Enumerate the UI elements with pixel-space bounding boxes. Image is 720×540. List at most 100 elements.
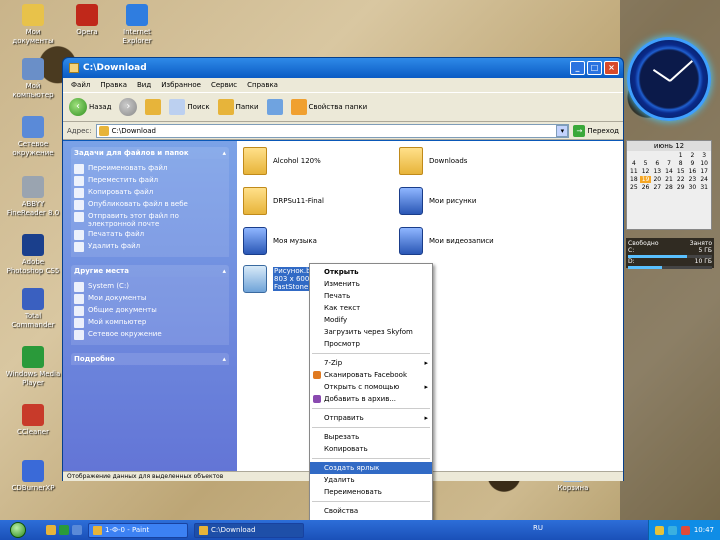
calendar-day[interactable]: 22 (675, 176, 687, 183)
calendar-day[interactable]: 30 (687, 184, 699, 191)
tray-icon[interactable] (667, 525, 677, 535)
calendar-day[interactable]: 11 (628, 168, 640, 175)
tray-icon[interactable] (654, 525, 664, 535)
explorer-icon[interactable] (46, 525, 56, 535)
calendar-day[interactable]: 27 (651, 184, 663, 191)
task-link[interactable]: Опубликовать файл в вебе (74, 200, 226, 210)
calendar-day[interactable]: 14 (663, 168, 675, 175)
calendar-day[interactable]: 25 (628, 184, 640, 191)
calendar-day[interactable]: 19 (639, 176, 652, 183)
taskbar-task-button[interactable]: C:\Download (194, 522, 304, 538)
close-button[interactable]: × (604, 61, 619, 75)
calendar-day[interactable]: 15 (675, 168, 687, 175)
task-link[interactable]: Мои документы (74, 294, 226, 304)
context-menu-item[interactable]: 7-Zip ▸ (310, 357, 432, 369)
calendar-day[interactable]: 8 (675, 160, 687, 167)
file-item[interactable]: Downloads (399, 147, 467, 175)
menu-item[interactable]: Справка (247, 81, 278, 89)
panel-header[interactable]: Подробно ▴ (71, 353, 229, 365)
task-link[interactable]: Переименовать файл (74, 164, 226, 174)
task-link[interactable]: Копировать файл (74, 188, 226, 198)
folders-button[interactable]: Папки (217, 99, 259, 115)
panel-header[interactable]: Другие места ▴ (71, 265, 229, 277)
search-button[interactable]: Поиск (169, 99, 210, 115)
task-link[interactable]: Удалить файл (74, 242, 226, 252)
file-item[interactable]: Alcohol 120% (243, 147, 321, 175)
task-link[interactable]: Печатать файл (74, 230, 226, 240)
task-link[interactable]: System (C:) (74, 282, 226, 292)
go-button[interactable]: → Переход (573, 124, 619, 137)
context-menu-item[interactable]: Modify (310, 314, 432, 326)
context-menu-item[interactable]: Сканировать Facebook (310, 369, 432, 381)
calendar-day[interactable]: 17 (698, 168, 710, 175)
file-item[interactable]: Мои рисунки (399, 187, 476, 215)
task-link[interactable]: Общие документы (74, 306, 226, 316)
desktop-icon-item[interactable]: Мои документы (4, 4, 62, 46)
desktop-icon-item[interactable]: Total Commander (4, 288, 62, 330)
calendar-day[interactable]: 23 (687, 176, 699, 183)
tray-icon[interactable] (680, 525, 690, 535)
context-menu-item[interactable]: Удалить (310, 474, 432, 486)
context-menu-item[interactable]: Загрузить через Skyfom (310, 326, 432, 338)
forward-button[interactable]: › (119, 98, 138, 116)
calendar-day[interactable]: 24 (698, 176, 710, 183)
menu-item[interactable]: Сервис (211, 81, 237, 89)
desktop-icon-item[interactable]: CCleaner (4, 404, 62, 437)
desktop-icon[interactable] (72, 525, 82, 535)
calendar-day[interactable]: 4 (628, 160, 640, 167)
desktop-icon-item[interactable]: ABBYY FineReader 8.0 (4, 176, 62, 218)
context-menu-item[interactable]: Печать (310, 290, 432, 302)
menu-item[interactable]: Вид (137, 81, 151, 89)
menu-item[interactable]: Файл (71, 81, 90, 89)
file-item[interactable]: DRPSu11-Final (243, 187, 324, 215)
calendar-day[interactable] (663, 152, 675, 159)
context-menu-item[interactable]: Создать ярлык (310, 462, 432, 474)
context-menu-item[interactable]: Как текст (310, 302, 432, 314)
calendar-day[interactable]: 20 (651, 176, 663, 183)
calendar-day[interactable]: 3 (698, 152, 710, 159)
calendar-day[interactable] (628, 152, 640, 159)
context-menu-item[interactable]: Переименовать (310, 486, 432, 498)
back-button[interactable]: ‹ Назад (69, 98, 111, 116)
task-link[interactable]: Сетевое окружение (74, 330, 226, 340)
calendar-day[interactable]: 16 (687, 168, 699, 175)
chevron-up-icon[interactable]: ▴ (222, 149, 226, 157)
calendar-day[interactable]: 12 (640, 168, 652, 175)
folder-options-button[interactable]: Свойства папки (290, 99, 367, 115)
title-bar[interactable]: C:\Download _ □ × (63, 58, 623, 78)
desktop-icon-item[interactable]: Мой компьютер (4, 58, 62, 100)
calendar-day[interactable]: 21 (663, 176, 675, 183)
clock-time[interactable]: 10:47 (694, 526, 714, 534)
context-menu-item[interactable]: Открыть (310, 266, 432, 278)
context-menu-item[interactable]: Вырезать (310, 431, 432, 443)
calendar-day[interactable]: 9 (687, 160, 699, 167)
desktop-icon-item[interactable]: Windows Media Player (4, 346, 62, 388)
context-menu-item[interactable]: Отправить ▸ (310, 412, 432, 424)
minimize-button[interactable]: _ (570, 61, 585, 75)
calendar-day[interactable]: 13 (651, 168, 663, 175)
context-menu-item[interactable]: Добавить в архив... (310, 393, 432, 405)
desktop-icon-item[interactable]: Internet Explorer (108, 4, 166, 46)
chevron-down-icon[interactable]: ▾ (556, 124, 569, 137)
calendar-day[interactable]: 7 (663, 160, 675, 167)
calendar-day[interactable]: 18 (628, 176, 640, 183)
file-item[interactable]: Моя музыка (243, 227, 317, 255)
desktop-icon-item[interactable]: Adobe Photoshop CS5 (4, 234, 62, 276)
context-menu-item[interactable]: Открыть с помощью ▸ (310, 381, 432, 393)
context-menu-item[interactable]: Просмотр (310, 338, 432, 350)
menu-item[interactable]: Избранное (161, 81, 201, 89)
panel-header[interactable]: Задачи для файлов и папок ▴ (71, 147, 229, 159)
maximize-button[interactable]: □ (587, 61, 602, 75)
chevron-up-icon[interactable]: ▴ (222, 267, 226, 275)
start-button[interactable] (0, 520, 36, 540)
calendar-day[interactable]: 28 (663, 184, 675, 191)
context-menu-item[interactable]: Копировать (310, 443, 432, 455)
task-link[interactable]: Переместить файл (74, 176, 226, 186)
desktop-icon-item[interactable]: Сетевое окружение (4, 116, 62, 158)
desktop-icon-item[interactable]: CDBurnerXP (4, 460, 62, 493)
calendar-day[interactable]: 29 (675, 184, 687, 191)
context-menu-item[interactable]: Изменить (310, 278, 432, 290)
media-player-icon[interactable] (59, 525, 69, 535)
context-menu-item[interactable]: Свойства (310, 505, 432, 517)
taskbar-task-button[interactable]: 1-Ф-0 - Paint (88, 522, 188, 538)
